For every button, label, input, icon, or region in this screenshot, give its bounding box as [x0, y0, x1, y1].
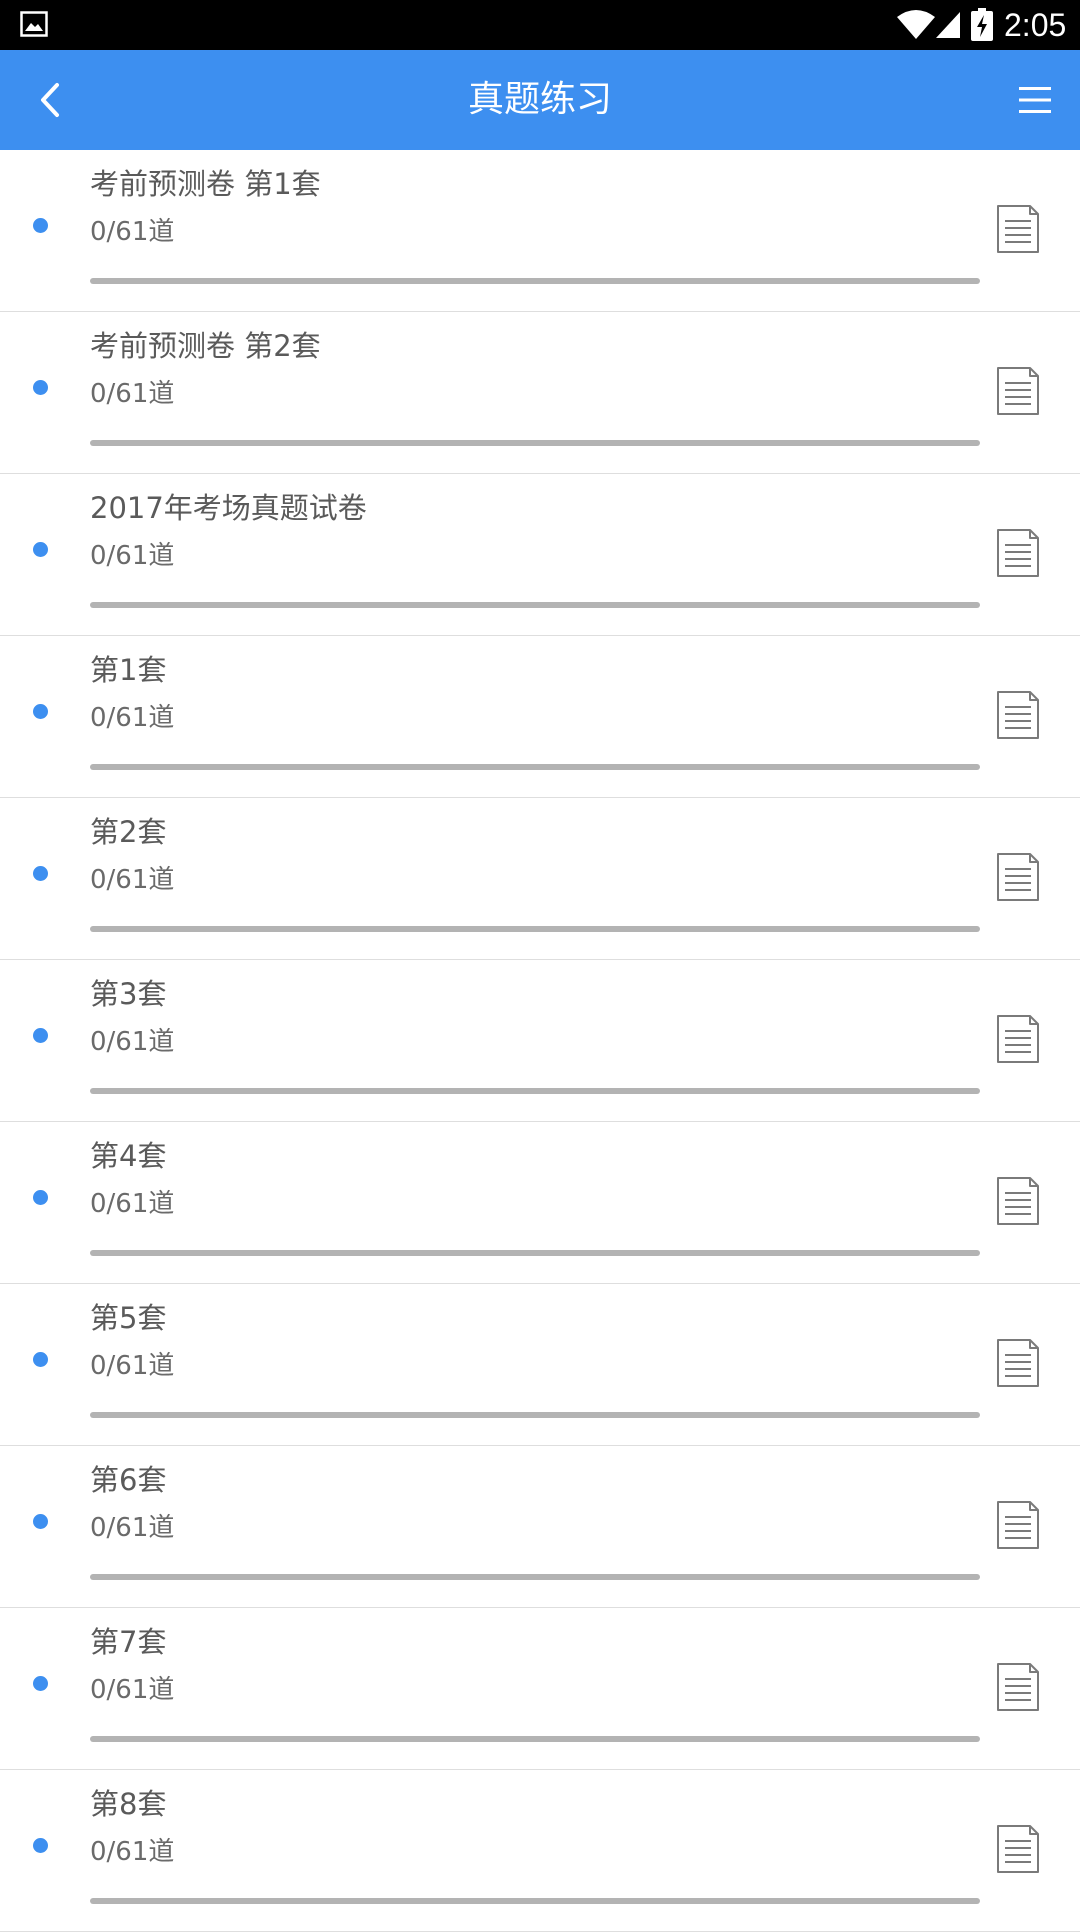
progress-bar [90, 1250, 980, 1256]
progress-bar [90, 1736, 980, 1742]
paper-title: 2017年考场真题试卷 [90, 491, 367, 525]
bullet-dot [33, 1190, 48, 1205]
signal-icon [936, 12, 960, 38]
gallery-icon [20, 11, 48, 37]
bullet-dot [33, 1676, 48, 1691]
paper-list-item[interactable]: 第5套 0/61道 [0, 1284, 1080, 1446]
document-icon[interactable] [996, 528, 1040, 578]
document-icon[interactable] [996, 1500, 1040, 1550]
wifi-icon [897, 10, 935, 39]
paper-list-item[interactable]: 考前预测卷 第2套 0/61道 [0, 312, 1080, 474]
paper-title: 第2套 [90, 815, 167, 849]
document-icon[interactable] [996, 366, 1040, 416]
progress-bar [90, 602, 980, 608]
bullet-dot [33, 380, 48, 395]
question-count: 0/61道 [90, 1027, 175, 1057]
status-bar: 2:05 [0, 0, 1080, 50]
paper-list-item[interactable]: 2017年考场真题试卷 0/61道 [0, 474, 1080, 636]
progress-bar [90, 926, 980, 932]
question-count: 0/61道 [90, 703, 175, 733]
document-icon[interactable] [996, 1662, 1040, 1712]
paper-title: 第1套 [90, 653, 167, 687]
menu-button[interactable] [1000, 68, 1070, 132]
document-icon[interactable] [996, 1014, 1040, 1064]
battery-charging-icon [971, 8, 993, 41]
paper-list: 考前预测卷 第1套 0/61道 考前预测卷 第2套 0/61道 2017年考场真… [0, 150, 1080, 1932]
paper-title: 考前预测卷 第1套 [90, 167, 321, 201]
question-count: 0/61道 [90, 1837, 175, 1867]
progress-bar [90, 1574, 980, 1580]
chevron-left-icon [41, 83, 59, 117]
question-count: 0/61道 [90, 541, 175, 571]
paper-list-item[interactable]: 第8套 0/61道 [0, 1770, 1080, 1932]
bullet-dot [33, 866, 48, 881]
document-icon[interactable] [996, 1824, 1040, 1874]
paper-title: 第8套 [90, 1787, 167, 1821]
progress-bar [90, 440, 980, 446]
bullet-dot [33, 1352, 48, 1367]
question-count: 0/61道 [90, 1351, 175, 1381]
paper-list-item[interactable]: 第2套 0/61道 [0, 798, 1080, 960]
paper-title: 第6套 [90, 1463, 167, 1497]
document-icon[interactable] [996, 1176, 1040, 1226]
paper-title: 考前预测卷 第2套 [90, 329, 321, 363]
status-time: 2:05 [1004, 7, 1067, 43]
paper-list-item[interactable]: 第6套 0/61道 [0, 1446, 1080, 1608]
question-count: 0/61道 [90, 1675, 175, 1705]
document-icon[interactable] [996, 1338, 1040, 1388]
question-count: 0/61道 [90, 865, 175, 895]
bullet-dot [33, 218, 48, 233]
progress-bar [90, 1412, 980, 1418]
paper-list-item[interactable]: 第1套 0/61道 [0, 636, 1080, 798]
progress-bar [90, 1898, 980, 1904]
question-count: 0/61道 [90, 1513, 175, 1543]
paper-list-item[interactable]: 第3套 0/61道 [0, 960, 1080, 1122]
paper-title: 第7套 [90, 1625, 167, 1659]
bullet-dot [33, 1514, 48, 1529]
paper-list-item[interactable]: 考前预测卷 第1套 0/61道 [0, 150, 1080, 312]
paper-list-item[interactable]: 第4套 0/61道 [0, 1122, 1080, 1284]
document-icon[interactable] [996, 852, 1040, 902]
page-title: 真题练习 [467, 79, 612, 120]
bullet-dot [33, 1028, 48, 1043]
bullet-dot [33, 704, 48, 719]
document-icon[interactable] [996, 204, 1040, 254]
menu-icon [1019, 87, 1051, 113]
question-count: 0/61道 [90, 379, 175, 409]
paper-title: 第3套 [90, 977, 167, 1011]
bullet-dot [33, 542, 48, 557]
paper-title: 第4套 [90, 1139, 167, 1173]
progress-bar [90, 1088, 980, 1094]
back-button[interactable] [18, 68, 82, 132]
question-count: 0/61道 [90, 1189, 175, 1219]
question-count: 0/61道 [90, 217, 175, 247]
progress-bar [90, 278, 980, 284]
paper-title: 第5套 [90, 1301, 167, 1335]
bullet-dot [33, 1838, 48, 1853]
app-bar: 真题练习 [0, 50, 1080, 150]
progress-bar [90, 764, 980, 770]
paper-list-item[interactable]: 第7套 0/61道 [0, 1608, 1080, 1770]
document-icon[interactable] [996, 690, 1040, 740]
